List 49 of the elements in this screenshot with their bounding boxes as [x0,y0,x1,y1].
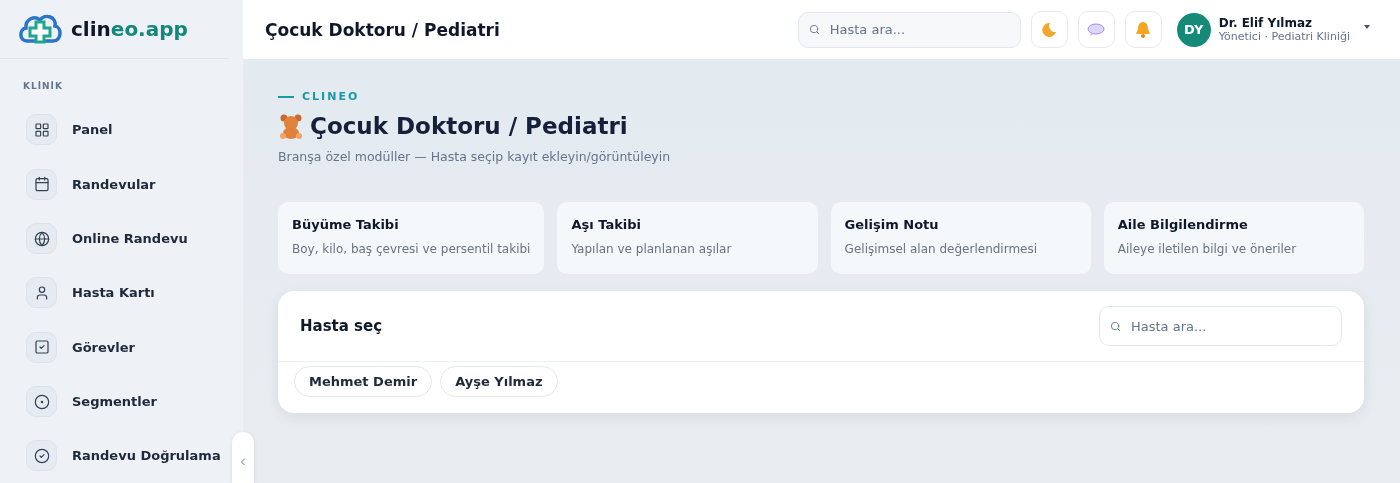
panel-title: Hasta seç [300,317,383,335]
sidebar-item[interactable]: Görevler [0,320,135,375]
module-card[interactable]: Aile Bilgilendirme Aileye iletilen bilgi ve öneriler [1103,202,1364,274]
collapse-button[interactable] [232,432,254,483]
sidebar-item[interactable]: Hasta Kartı [0,265,155,321]
user-icon [26,277,57,309]
module-title: Aşı Takibi [571,217,643,232]
page-title: Çocuk Doktoru / Pediatri [310,113,628,139]
search-field[interactable]: Hasta ara... [797,11,1021,48]
calendar-icon [26,168,57,200]
search-icon [808,24,820,35]
patient-search-field[interactable]: Hasta ara... [1099,306,1342,346]
module-description: Yapılan ve planlanan aşılar [571,242,733,256]
globe-icon [26,223,57,255]
module-card[interactable]: Aşı Takibi Yapılan ve planlanan aşılar [557,202,818,274]
user-role: Yönetici · Pediatri Kliniği [1218,30,1350,43]
teddy-bear-icon [278,113,304,139]
sidebar-item[interactable]: Randevular [0,157,156,212]
bell-icon [1135,21,1152,38]
target-icon [26,386,57,418]
module-title: Büyüme Takibi [292,217,400,232]
eyebrow-label: CLINEO [302,90,360,103]
sidebar-item[interactable]: Randevu Doğrulama [0,428,221,483]
search-icon [1110,320,1121,332]
patient-chip[interactable]: Ayşe Yılmaz [440,366,558,397]
sidebar-item[interactable]: Segmentler [0,374,157,429]
sidebar-item[interactable]: Panel [0,102,113,158]
theme-button[interactable] [1030,11,1068,48]
brand-name: clineo.app [71,16,188,41]
sidebar-item[interactable]: Online Randevu [0,211,188,266]
page-subtitle: Branşa özel modüller — Hasta seçip kayıt ekleyin/görüntüleyin [278,149,672,164]
messages-button[interactable] [1077,11,1115,48]
speech-bubble-icon [1087,22,1106,37]
user-name: Dr. Elif Yılmaz [1218,16,1313,30]
section-label: KLİNİK [22,79,64,93]
module-title: Gelişim Notu [844,217,940,232]
module-description: Aileye iletilen bilgi ve öneriler [1117,242,1298,256]
header-title: Çocuk Doktoru / Pediatri [265,19,501,40]
module-card[interactable]: Büyüme Takibi Boy, kilo, baş çevresi ve persentil takibi [278,202,545,274]
caret-icon [1364,24,1370,29]
module-description: Boy, kilo, baş çevresi ve persentil takibi [292,242,531,256]
module-title: Aile Bilgilendirme [1117,217,1249,232]
moon-icon [1041,21,1058,38]
user-avatar[interactable]: DY [1176,12,1211,47]
module-card[interactable]: Gelişim Notu Gelişimsel alan değerlendirmesi [830,202,1091,274]
module-description: Gelişimsel alan değerlendirmesi [844,242,1039,256]
notifications-button[interactable] [1124,11,1162,48]
patient-chip[interactable]: Mehmet Demir [294,366,433,397]
grid-icon [26,114,57,146]
